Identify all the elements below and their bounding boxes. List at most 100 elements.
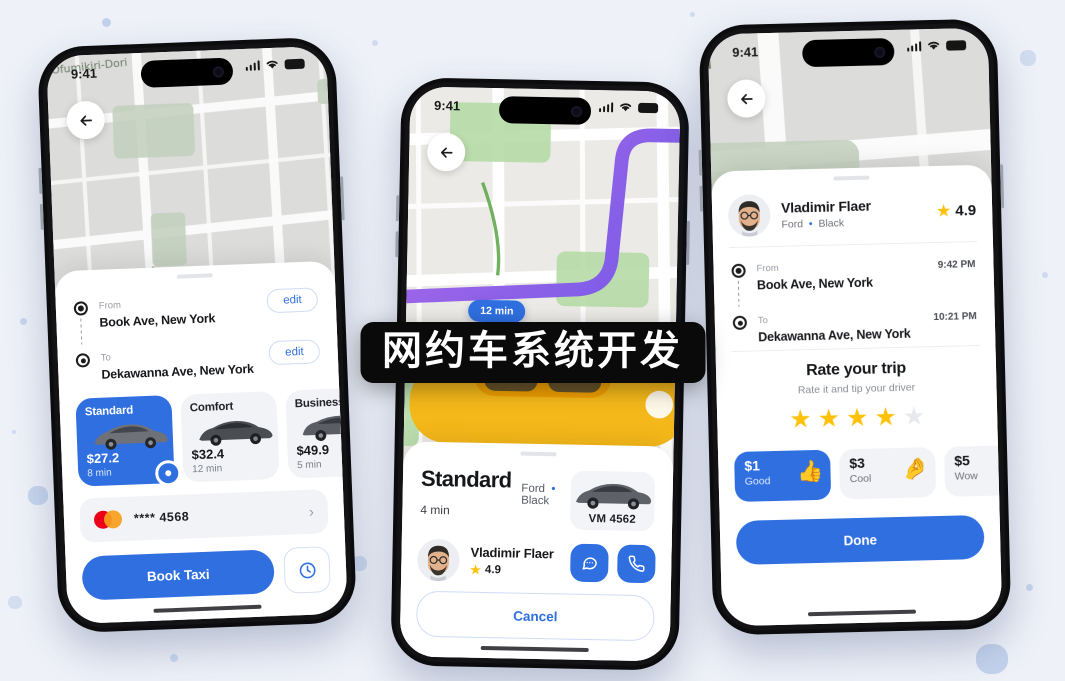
driver-avatar[interactable] <box>727 194 771 238</box>
arrow-left-icon <box>440 147 453 158</box>
booking-sheet: From Book Ave, New York edit To Dekawann… <box>54 260 348 625</box>
car-name: Standard <box>84 404 134 419</box>
pinched-fingers-icon: 🤌 <box>902 457 929 481</box>
poster-stage: 墨堤通り Ofumikiri-Dori 463 9:41 <box>0 0 1065 681</box>
signal-icon <box>906 40 922 52</box>
car-class-list[interactable]: Standard $27.2 8 min Comfort $32.4 12 mi… <box>59 381 343 496</box>
power-button[interactable] <box>340 176 345 221</box>
thumbs-up-icon: 👍 <box>797 459 824 484</box>
car-make: Ford <box>521 482 546 496</box>
front-camera-icon <box>874 46 886 58</box>
phone-rating: 墨堤通り Ofumikiri-Dori 9:41 <box>698 18 1012 636</box>
tip-option-3[interactable]: $5 Wow 🙌 <box>943 444 1000 497</box>
chat-button[interactable] <box>570 543 609 583</box>
car-color: Black <box>818 216 845 230</box>
phone-icon <box>628 555 645 572</box>
car-eta: 8 min <box>87 467 112 480</box>
car-option-business[interactable]: Business $49.9 5 min <box>285 386 343 479</box>
book-taxi-button[interactable]: Book Taxi <box>81 549 275 601</box>
edit-to-button[interactable]: edit <box>268 339 321 366</box>
driver-rating: ★ 4.9 <box>470 563 553 579</box>
star-icon: ★ <box>470 562 482 577</box>
power-button[interactable] <box>1000 164 1005 209</box>
to-address: Dekawanna Ave, New York <box>101 361 255 382</box>
volume-up-button[interactable] <box>395 195 400 222</box>
screen-rating: 墨堤通り Ofumikiri-Dori 9:41 <box>707 27 1003 627</box>
banner-text: 网约车系统开发 <box>382 328 683 374</box>
volume-up-button[interactable] <box>38 167 43 194</box>
edit-from-button[interactable]: edit <box>266 287 319 314</box>
car-option-comfort[interactable]: Comfort $32.4 12 min <box>180 391 280 483</box>
wifi-icon <box>266 60 278 69</box>
battery-icon <box>638 102 659 113</box>
to-label: To <box>100 352 112 364</box>
mastercard-icon <box>93 510 123 530</box>
car-price: $49.9 <box>296 442 330 459</box>
route-to-row[interactable]: To Dekawanna Ave, New York edit <box>75 339 321 382</box>
power-button[interactable] <box>686 220 690 265</box>
star-4-icon[interactable]: ★ <box>874 403 897 432</box>
car-image-standard <box>94 424 168 450</box>
volume-up-button[interactable] <box>698 149 703 176</box>
call-button[interactable] <box>617 544 656 584</box>
arrow-left-icon <box>79 115 92 126</box>
status-time: 9:41 <box>70 65 98 82</box>
car-price: $32.4 <box>191 446 225 463</box>
dynamic-island <box>498 96 592 125</box>
dynamic-island <box>801 37 895 68</box>
volume-down-button[interactable] <box>395 231 399 258</box>
card-number: **** 4568 <box>133 509 190 526</box>
rating-block: Rate your trip Rate it and tip your driv… <box>716 346 998 441</box>
chevron-right-icon: › <box>308 503 315 521</box>
driver-row: Vladimir Flaer ★ 4.9 <box>401 532 672 585</box>
front-camera-icon <box>212 65 225 78</box>
star-1-icon[interactable]: ★ <box>789 405 812 434</box>
clock-icon <box>299 562 316 578</box>
car-make: Ford <box>781 217 804 231</box>
front-camera-icon <box>570 105 583 117</box>
rating-sheet: Vladimir Flaer Ford • Black ★ 4.9 From B… <box>711 164 1003 627</box>
schedule-button[interactable] <box>283 546 331 594</box>
star-2-icon[interactable]: ★ <box>817 404 840 433</box>
route-from-row: From Book Ave, New York 9:42 PM <box>731 253 976 307</box>
done-button[interactable]: Done <box>735 514 985 565</box>
tip-options[interactable]: $1 Good 👍 $3 Cool 🤌 $5 Wow 🙌 <box>718 434 1000 509</box>
star-5-icon[interactable]: ★ <box>902 402 925 431</box>
star-rating-control[interactable]: ★ ★ ★ ★ ★ <box>733 402 982 434</box>
chat-icon <box>582 557 597 570</box>
tip-option-1[interactable]: $1 Good 👍 <box>734 449 832 502</box>
to-address: Dekawanna Ave, New York <box>758 326 911 345</box>
car-price: $27.2 <box>86 450 120 467</box>
arrow-left-icon <box>740 93 753 104</box>
route-to-row: To Dekawanna Ave, New York 10:21 PM <box>732 305 978 345</box>
cancel-button[interactable]: Cancel <box>415 590 655 642</box>
car-image-assigned <box>575 483 652 510</box>
tip-option-2[interactable]: $3 Cool 🤌 <box>838 447 937 500</box>
star-3-icon[interactable]: ★ <box>846 404 869 433</box>
driver-avatar[interactable] <box>417 538 460 582</box>
status-time: 9:41 <box>433 97 461 114</box>
assigned-car-card: Standard 4 min Ford • Black VM 4562 <box>402 453 673 537</box>
car-image-business <box>302 415 343 441</box>
license-plate: VM 4562 <box>588 512 637 526</box>
driver-actions <box>570 543 656 584</box>
car-make-color: Ford • Black <box>521 482 559 508</box>
from-label: From <box>98 299 122 312</box>
car-option-standard[interactable]: Standard $27.2 8 min <box>75 395 182 487</box>
car-selected-radio[interactable] <box>154 459 182 487</box>
volume-down-button[interactable] <box>39 203 44 230</box>
volume-down-button[interactable] <box>699 185 704 212</box>
battery-icon <box>284 58 305 69</box>
driver-header: Vladimir Flaer Ford • Black ★ 4.9 <box>711 177 992 248</box>
from-address: Book Ave, New York <box>99 311 216 330</box>
destination-pin-icon <box>75 353 91 368</box>
route-from-row[interactable]: From Book Ave, New York edit <box>73 287 319 345</box>
arrival-eta: 4 min <box>420 502 450 518</box>
car-eta: 5 min <box>296 459 322 472</box>
route-card: From Book Ave, New York edit To Dekawann… <box>55 273 339 392</box>
signal-icon <box>598 101 614 112</box>
car-image-comfort <box>199 420 273 446</box>
car-eta: 12 min <box>191 463 223 476</box>
driver-name: Vladimir Flaer <box>470 544 554 562</box>
route-dash-line <box>80 318 83 345</box>
